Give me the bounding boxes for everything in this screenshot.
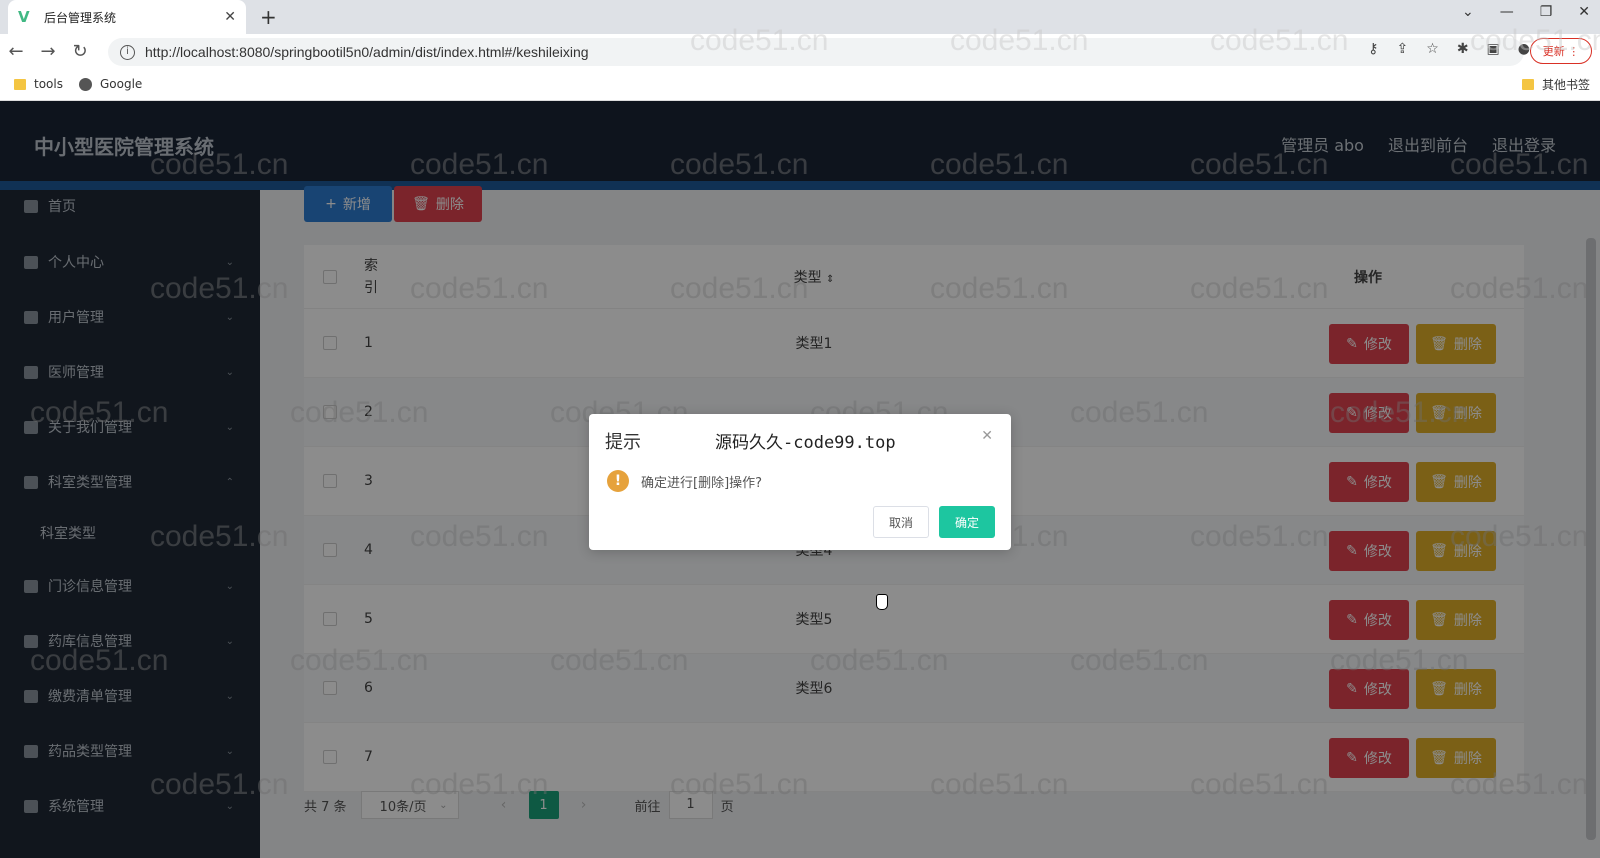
- browser-toolbar-icons: ⚷ ⇪ ☆ ✱ ▣ ●: [1368, 41, 1530, 57]
- dialog-title: 提示: [605, 432, 641, 453]
- window-controls: ⌄ — ❐ ✕: [1462, 4, 1590, 20]
- extensions-icon[interactable]: ✱: [1457, 41, 1469, 57]
- bookmark-google[interactable]: Google: [78, 77, 142, 91]
- other-bookmarks[interactable]: 其他书签: [1521, 76, 1590, 93]
- close-icon[interactable]: ✕: [981, 428, 993, 444]
- bookmarks-bar: tools Google 其他书签: [0, 68, 1600, 101]
- key-icon[interactable]: ⚷: [1368, 41, 1378, 57]
- confirm-dialog: 提示 源码久久-code99.top ✕ ! 确定进行[删除]操作? 取消 确定: [589, 414, 1011, 550]
- back-icon[interactable]: ←: [0, 41, 32, 62]
- hand-cursor-icon: [876, 594, 888, 610]
- omnibox[interactable]: i http://localhost:8080/springbootil5n0/…: [108, 38, 1524, 66]
- restore-icon[interactable]: ❐: [1540, 4, 1553, 20]
- new-tab-icon[interactable]: +: [260, 5, 277, 29]
- globe-icon: [78, 77, 92, 91]
- url-text[interactable]: http://localhost:8080/springbootil5n0/ad…: [145, 44, 589, 60]
- bookmark-tools[interactable]: tools: [14, 77, 63, 91]
- dialog-message: ! 确定进行[删除]操作?: [607, 470, 762, 492]
- vue-logo-icon: V: [18, 8, 30, 26]
- share-icon[interactable]: ⇪: [1397, 41, 1409, 57]
- address-bar: ← → ↻ i http://localhost:8080/springboot…: [0, 34, 1600, 68]
- folder-icon: [1521, 79, 1534, 90]
- minimize-icon[interactable]: —: [1500, 4, 1514, 20]
- profile-icon[interactable]: ●: [1518, 41, 1530, 57]
- sidepanel-icon[interactable]: ▣: [1487, 41, 1500, 57]
- forward-icon[interactable]: →: [32, 41, 64, 62]
- warning-icon: !: [607, 470, 629, 492]
- tab-search-icon[interactable]: ⌄: [1462, 4, 1474, 20]
- browser-tab[interactable]: V 后台管理系统 ✕: [8, 0, 246, 34]
- confirm-button[interactable]: 确定: [939, 506, 995, 538]
- close-window-icon[interactable]: ✕: [1578, 4, 1590, 20]
- browser-tab-bar: V 后台管理系统 ✕ + ⌄ — ❐ ✕: [0, 0, 1600, 34]
- close-tab-icon[interactable]: ✕: [224, 9, 236, 25]
- dialog-watermark-text: 源码久久-code99.top: [715, 433, 896, 453]
- folder-icon: [14, 78, 26, 90]
- cancel-button[interactable]: 取消: [873, 506, 929, 538]
- update-button[interactable]: 更新 ⋮: [1530, 38, 1592, 64]
- site-info-icon[interactable]: i: [120, 44, 135, 60]
- star-icon[interactable]: ☆: [1426, 41, 1439, 57]
- reload-icon[interactable]: ↻: [64, 41, 96, 62]
- tab-title: 后台管理系统: [44, 10, 117, 25]
